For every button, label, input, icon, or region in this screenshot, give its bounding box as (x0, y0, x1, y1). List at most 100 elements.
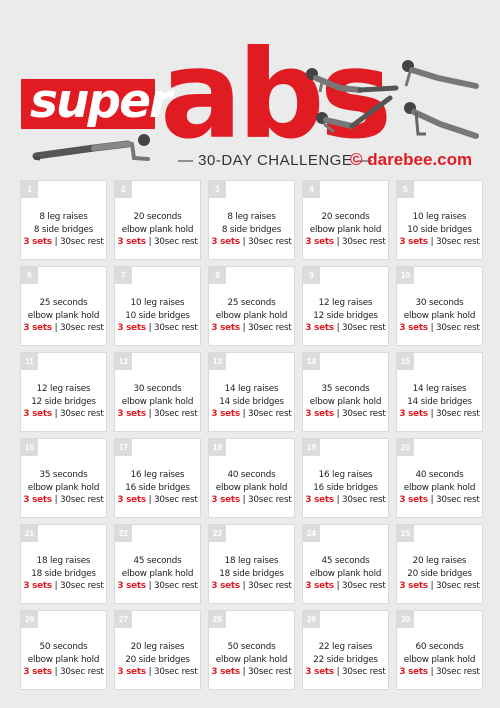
workout-line-1: 16 leg raises (130, 470, 185, 480)
day-number-badge: 30 (397, 611, 414, 628)
workout-line-2: elbow plank hold (309, 568, 382, 579)
workout-line-2: 20 side bridges (125, 654, 190, 665)
day-card: 15 14 leg raises 14 side bridges 3 sets | 3… (396, 352, 483, 432)
day-workout: 40 seconds elbow plank hold 3 sets | 30sec… (397, 469, 482, 507)
sets-count: 3 sets (117, 667, 146, 677)
separator: | (148, 495, 152, 505)
rest-time: 30sec rest (59, 323, 104, 333)
poster-header: super abs — 30-DAY CHALLENGE — © darebee… (0, 0, 500, 180)
day-card: 4 20 seconds elbow plank hold 3 sets | 30se… (302, 180, 389, 260)
workout-line-2: 10 side bridges (407, 224, 472, 235)
challenge-subtitle: — 30-DAY CHALLENGE — (178, 152, 373, 169)
workout-line-1: 20 seconds (133, 212, 182, 222)
day-number-badge: 23 (209, 525, 226, 542)
day-card: 18 leg raises 8 side bridges 3 sets | 30se… (20, 180, 107, 260)
rest-time: 30sec rest (341, 667, 386, 677)
workout-line-1: 18 leg raises (224, 556, 279, 566)
workout-scheme: 3 sets | 30sec rest (21, 322, 106, 335)
day-workout: 16 leg raises 16 side bridges 3 sets | 30s… (303, 469, 388, 507)
day-number-badge: 10 (397, 267, 414, 284)
workout-scheme: 3 sets | 30sec rest (115, 322, 200, 335)
rest-time: 30sec rest (341, 237, 386, 247)
workout-scheme: 3 sets | 30sec rest (21, 580, 106, 593)
day-workout: 10 leg raises 10 side bridges 3 sets | 30s… (397, 211, 482, 249)
day-card: 9 12 leg raises 12 side bridges 3 sets | 30… (302, 266, 389, 346)
sets-count: 3 sets (117, 409, 146, 419)
workout-line-2: 8 side bridges (221, 224, 282, 235)
day-card: 16 35 seconds elbow plank hold 3 sets | 30s… (20, 438, 107, 518)
day-workout: 35 seconds elbow plank hold 3 sets | 30sec… (21, 469, 106, 507)
day-number-badge: 27 (115, 611, 132, 628)
workout-line-1: 16 leg raises (318, 470, 373, 480)
day-number-badge: 25 (397, 525, 414, 542)
day-card: 12 30 seconds elbow plank hold 3 sets | 30s… (114, 352, 201, 432)
workout-line-2: elbow plank hold (403, 482, 476, 493)
workout-line-2: elbow plank hold (403, 654, 476, 665)
workout-scheme: 3 sets | 30sec rest (21, 408, 106, 421)
workout-line-1: 40 seconds (415, 470, 464, 480)
rest-time: 30sec rest (435, 667, 480, 677)
day-workout: 12 leg raises 12 side bridges 3 sets | 30s… (21, 383, 106, 421)
workout-scheme: 3 sets | 30sec rest (303, 666, 388, 679)
day-card: 11 12 leg raises 12 side bridges 3 sets | 3… (20, 352, 107, 432)
rest-time: 30sec rest (153, 323, 198, 333)
separator: | (336, 237, 340, 247)
day-workout: 30 seconds elbow plank hold 3 sets | 30sec… (397, 297, 482, 335)
separator: | (430, 409, 434, 419)
day-number-badge: 20 (397, 439, 414, 456)
day-workout: 60 seconds elbow plank hold 3 sets | 30sec… (397, 641, 482, 679)
rest-time: 30sec rest (247, 667, 292, 677)
day-card: 23 18 leg raises 18 side bridges 3 sets | 3… (208, 524, 295, 604)
day-number-badge: 21 (21, 525, 38, 542)
day-number-badge: 1 (21, 181, 38, 198)
separator: | (430, 667, 434, 677)
workout-line-2: 22 side bridges (313, 654, 378, 665)
sets-count: 3 sets (399, 409, 428, 419)
rest-time: 30sec rest (59, 581, 104, 591)
day-number-badge: 24 (303, 525, 320, 542)
day-workout: 30 seconds elbow plank hold 3 sets | 30sec… (115, 383, 200, 421)
day-number-badge: 15 (397, 353, 414, 370)
brand-link[interactable]: © darebee.com (350, 150, 472, 170)
day-card: 30 60 seconds elbow plank hold 3 sets | 30s… (396, 610, 483, 690)
separator: | (54, 581, 58, 591)
sets-count: 3 sets (305, 409, 334, 419)
sets-count: 3 sets (211, 409, 240, 419)
separator: | (242, 323, 246, 333)
workout-scheme: 3 sets | 30sec rest (209, 408, 294, 421)
workout-scheme: 3 sets | 30sec rest (303, 322, 388, 335)
day-card: 38 leg raises 8 side bridges 3 sets | 30se… (208, 180, 295, 260)
rest-time: 30sec rest (153, 409, 198, 419)
separator: | (148, 667, 152, 677)
day-number-badge: 9 (303, 267, 320, 284)
day-card: 10 30 seconds elbow plank hold 3 sets | 30s… (396, 266, 483, 346)
workout-line-1: 8 leg raises (227, 212, 276, 222)
workout-scheme: 3 sets | 30sec rest (397, 236, 482, 249)
sets-count: 3 sets (23, 495, 52, 505)
workout-line-1: 12 leg raises (36, 384, 91, 394)
sets-count: 3 sets (305, 323, 334, 333)
sets-count: 3 sets (117, 581, 146, 591)
day-number-badge: 17 (115, 439, 132, 456)
rest-time: 30sec rest (59, 237, 104, 247)
workout-scheme: 3 sets | 30sec rest (397, 666, 482, 679)
workout-line-1: 25 seconds (39, 298, 88, 308)
day-card: 25 20 leg raises 20 side bridges 3 sets | 3… (396, 524, 483, 604)
workout-line-2: elbow plank hold (121, 396, 194, 407)
day-card: 28 50 seconds elbow plank hold 3 sets | 30s… (208, 610, 295, 690)
workout-scheme: 3 sets | 30sec rest (303, 236, 388, 249)
workout-line-1: 18 leg raises (36, 556, 91, 566)
separator: | (430, 581, 434, 591)
day-card: 6 25 seconds elbow plank hold 3 sets | 30se… (20, 266, 107, 346)
workout-scheme: 3 sets | 30sec rest (209, 494, 294, 507)
workout-scheme: 3 sets | 30sec rest (209, 580, 294, 593)
separator: | (242, 237, 246, 247)
sets-count: 3 sets (117, 323, 146, 333)
day-card: 29 22 leg raises 22 side bridges 3 sets | 3… (302, 610, 389, 690)
rest-time: 30sec rest (59, 667, 104, 677)
separator: | (148, 323, 152, 333)
workout-line-2: elbow plank hold (27, 482, 100, 493)
rest-time: 30sec rest (341, 323, 386, 333)
day-workout: 22 leg raises 22 side bridges 3 sets | 30s… (303, 641, 388, 679)
day-workout: 10 leg raises 10 side bridges 3 sets | 30s… (115, 297, 200, 335)
